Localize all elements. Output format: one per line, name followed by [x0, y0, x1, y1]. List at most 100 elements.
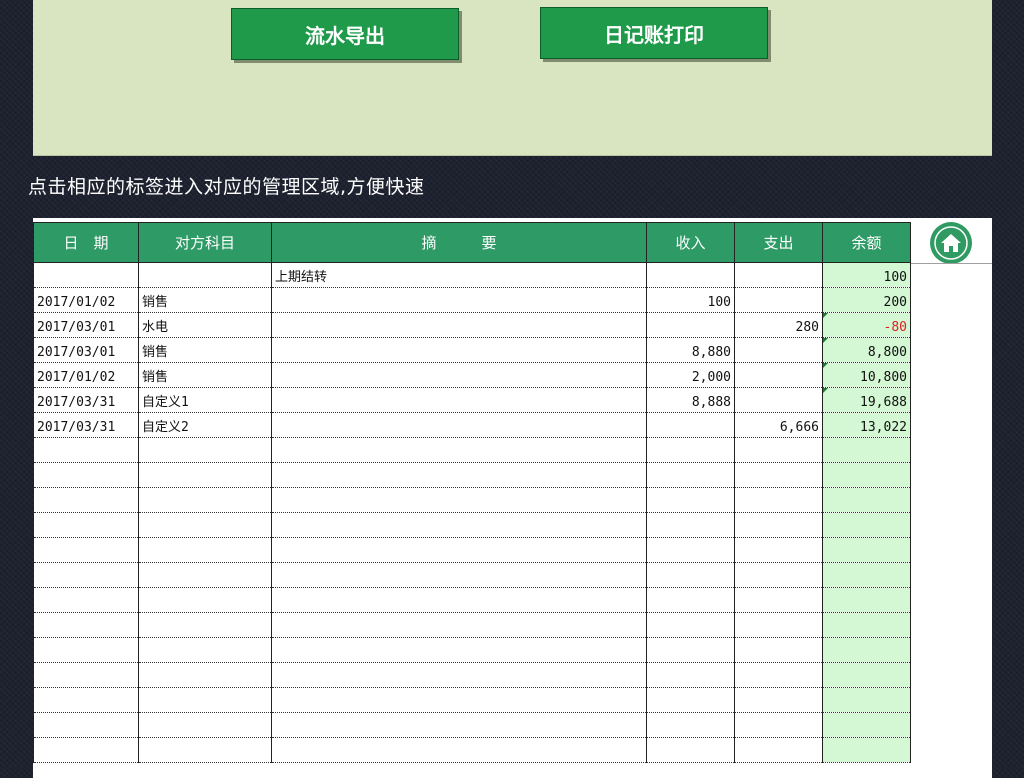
cell-income[interactable] — [646, 637, 735, 663]
cell-date[interactable]: 2017/03/31 — [33, 387, 139, 413]
cell-account[interactable]: 水电 — [138, 312, 272, 338]
cell-summary[interactable] — [271, 437, 647, 463]
cell-income[interactable] — [646, 462, 735, 488]
cell-account[interactable]: 自定义1 — [138, 387, 272, 413]
cell-account[interactable] — [138, 462, 272, 488]
cell-balance[interactable] — [822, 512, 911, 538]
export-ledger-button[interactable]: 流水导出 — [231, 8, 459, 60]
col-header-date[interactable]: 日 期 — [33, 222, 139, 263]
cell-account[interactable] — [138, 662, 272, 688]
cell-date[interactable] — [33, 612, 139, 638]
cell-account[interactable] — [138, 587, 272, 613]
cell-account[interactable]: 自定义2 — [138, 412, 272, 438]
cell-income[interactable] — [646, 312, 735, 338]
cell-summary[interactable] — [271, 662, 647, 688]
col-header-account[interactable]: 对方科目 — [138, 222, 272, 263]
cell-date[interactable] — [33, 737, 139, 763]
cell-expense[interactable] — [734, 537, 823, 563]
cell-expense[interactable] — [734, 362, 823, 388]
cell-date[interactable]: 2017/03/01 — [33, 337, 139, 363]
cell-date[interactable] — [33, 712, 139, 738]
cell-balance[interactable]: 10,800 — [822, 362, 911, 388]
cell-balance[interactable] — [822, 587, 911, 613]
cell-summary[interactable] — [271, 537, 647, 563]
cell-balance[interactable] — [822, 712, 911, 738]
cell-summary[interactable] — [271, 562, 647, 588]
cell-income[interactable]: 8,888 — [646, 387, 735, 413]
cell-summary[interactable] — [271, 312, 647, 338]
cell-date[interactable] — [33, 262, 139, 288]
cell-account[interactable]: 销售 — [138, 337, 272, 363]
cell-balance[interactable] — [822, 562, 911, 588]
cell-date[interactable] — [33, 637, 139, 663]
print-journal-button[interactable]: 日记账打印 — [540, 7, 768, 59]
cell-account[interactable] — [138, 687, 272, 713]
cell-expense[interactable] — [734, 387, 823, 413]
cell-balance[interactable] — [822, 487, 911, 513]
cell-date[interactable] — [33, 512, 139, 538]
cell-account[interactable]: 销售 — [138, 287, 272, 313]
cell-date[interactable]: 2017/01/02 — [33, 287, 139, 313]
cell-date[interactable] — [33, 487, 139, 513]
cell-summary[interactable] — [271, 587, 647, 613]
cell-account[interactable] — [138, 512, 272, 538]
cell-date[interactable] — [33, 462, 139, 488]
cell-balance[interactable] — [822, 687, 911, 713]
cell-income[interactable] — [646, 587, 735, 613]
col-header-balance[interactable]: 余额 — [822, 222, 911, 263]
cell-expense[interactable] — [734, 337, 823, 363]
cell-account[interactable] — [138, 487, 272, 513]
cell-expense[interactable] — [734, 437, 823, 463]
cell-expense[interactable]: 280 — [734, 312, 823, 338]
cell-balance[interactable]: 13,022 — [822, 412, 911, 438]
cell-summary[interactable]: 上期结转 — [271, 262, 647, 288]
cell-income[interactable]: 8,880 — [646, 337, 735, 363]
cell-balance[interactable] — [822, 737, 911, 763]
cell-summary[interactable] — [271, 387, 647, 413]
cell-balance[interactable] — [822, 462, 911, 488]
cell-account[interactable] — [138, 612, 272, 638]
cell-account[interactable] — [138, 537, 272, 563]
cell-expense[interactable] — [734, 712, 823, 738]
cell-expense[interactable] — [734, 687, 823, 713]
cell-date[interactable]: 2017/03/01 — [33, 312, 139, 338]
cell-summary[interactable] — [271, 412, 647, 438]
cell-expense[interactable] — [734, 612, 823, 638]
cell-expense[interactable] — [734, 462, 823, 488]
cell-balance[interactable] — [822, 612, 911, 638]
cell-summary[interactable] — [271, 712, 647, 738]
cell-account[interactable]: 销售 — [138, 362, 272, 388]
cell-expense[interactable] — [734, 262, 823, 288]
cell-account[interactable] — [138, 262, 272, 288]
cell-balance[interactable]: -80 — [822, 312, 911, 338]
cell-income[interactable] — [646, 512, 735, 538]
cell-income[interactable] — [646, 537, 735, 563]
cell-balance[interactable]: 100 — [822, 262, 911, 288]
cell-date[interactable] — [33, 437, 139, 463]
cell-summary[interactable] — [271, 337, 647, 363]
col-header-summary[interactable]: 摘 要 — [271, 222, 647, 263]
col-header-expense[interactable]: 支出 — [734, 222, 823, 263]
cell-income[interactable] — [646, 487, 735, 513]
cell-date[interactable] — [33, 687, 139, 713]
cell-balance[interactable] — [822, 662, 911, 688]
cell-summary[interactable] — [271, 287, 647, 313]
cell-income[interactable] — [646, 662, 735, 688]
cell-summary[interactable] — [271, 487, 647, 513]
cell-account[interactable] — [138, 562, 272, 588]
cell-balance[interactable]: 200 — [822, 287, 911, 313]
cell-summary[interactable] — [271, 687, 647, 713]
cell-balance[interactable]: 8,800 — [822, 337, 911, 363]
cell-account[interactable] — [138, 437, 272, 463]
cell-income[interactable] — [646, 612, 735, 638]
cell-income[interactable] — [646, 562, 735, 588]
cell-income[interactable] — [646, 437, 735, 463]
cell-summary[interactable] — [271, 462, 647, 488]
cell-income[interactable] — [646, 737, 735, 763]
cell-expense[interactable] — [734, 587, 823, 613]
home-button[interactable] — [930, 222, 972, 264]
cell-account[interactable] — [138, 737, 272, 763]
cell-income[interactable] — [646, 262, 735, 288]
cell-expense[interactable] — [734, 737, 823, 763]
cell-summary[interactable] — [271, 637, 647, 663]
